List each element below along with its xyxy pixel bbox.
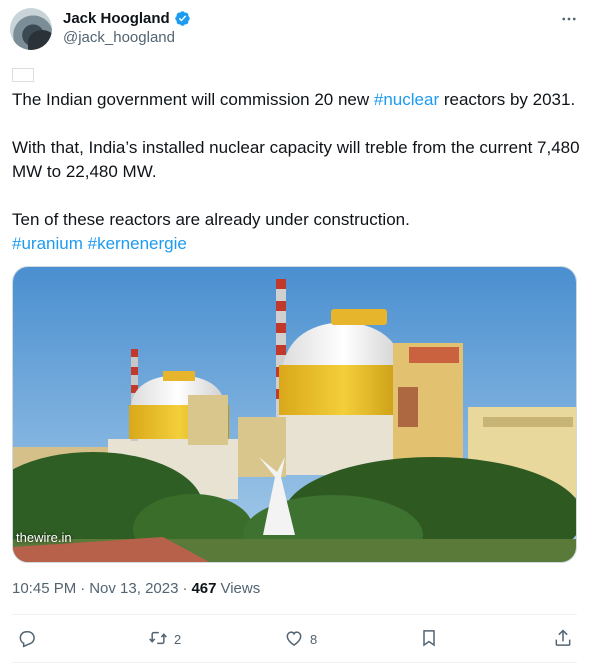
tweet-line1-tail: reactors by 2031. <box>439 90 576 109</box>
like-count: 8 <box>310 631 318 647</box>
heart-icon <box>284 628 304 651</box>
views-count: 467 <box>191 580 217 597</box>
verified-badge-icon <box>174 10 191 27</box>
tweet-image[interactable] <box>12 266 577 563</box>
views-label: Views <box>220 580 261 597</box>
retweet-count: 2 <box>174 631 182 647</box>
action-bar: 2 8 <box>12 627 577 651</box>
share-icon <box>553 628 573 651</box>
hashtag-kernenergie[interactable]: #kernenergie <box>88 234 187 253</box>
bookmark-button[interactable] <box>419 627 439 651</box>
retweet-button[interactable]: 2 <box>148 627 181 651</box>
more-dots-icon[interactable] <box>558 8 580 30</box>
bookmark-icon <box>419 628 439 651</box>
tweet-hashtags: #uranium #kernenergie <box>12 232 582 256</box>
display-name[interactable]: Jack Hoogland <box>63 10 170 27</box>
tweet-card: Jack Hoogland @jack_hoogland The Indian … <box>0 0 593 670</box>
handle[interactable]: @jack_hoogland <box>63 29 191 46</box>
tweet-text: The Indian government will commission 20… <box>12 64 582 256</box>
author-block: Jack Hoogland @jack_hoogland <box>63 8 191 46</box>
tweet-paragraph-1 <box>12 64 582 88</box>
avatar[interactable] <box>10 8 52 50</box>
tweet-paragraph-2: With that, India’s installed nuclear cap… <box>12 138 580 181</box>
tweet-date[interactable]: Nov 13, 2023 <box>89 580 178 597</box>
like-button[interactable]: 8 <box>284 627 317 651</box>
hashtag-nuclear[interactable]: #nuclear <box>374 90 439 109</box>
nuclear-plant-photo <box>13 267 576 562</box>
meta-separator: · <box>80 580 86 597</box>
reply-icon <box>17 628 37 651</box>
india-flag-icon <box>12 68 34 82</box>
tweet-time[interactable]: 10:45 PM <box>12 580 76 597</box>
tweet-meta: 10:45 PM · Nov 13, 2023 · 467 Views <box>12 580 260 597</box>
tweet-line1-text: The Indian government will commission 20… <box>12 90 374 109</box>
divider <box>12 614 577 615</box>
retweet-icon <box>148 628 168 651</box>
divider <box>12 662 577 663</box>
meta-separator: · <box>182 580 188 597</box>
share-button[interactable] <box>553 627 573 651</box>
reply-button[interactable] <box>17 627 43 651</box>
media-credit: thewire.in <box>16 530 72 545</box>
tweet-paragraph-3: Ten of these reactors are already under … <box>12 210 410 229</box>
hashtag-uranium[interactable]: #uranium <box>12 234 83 253</box>
